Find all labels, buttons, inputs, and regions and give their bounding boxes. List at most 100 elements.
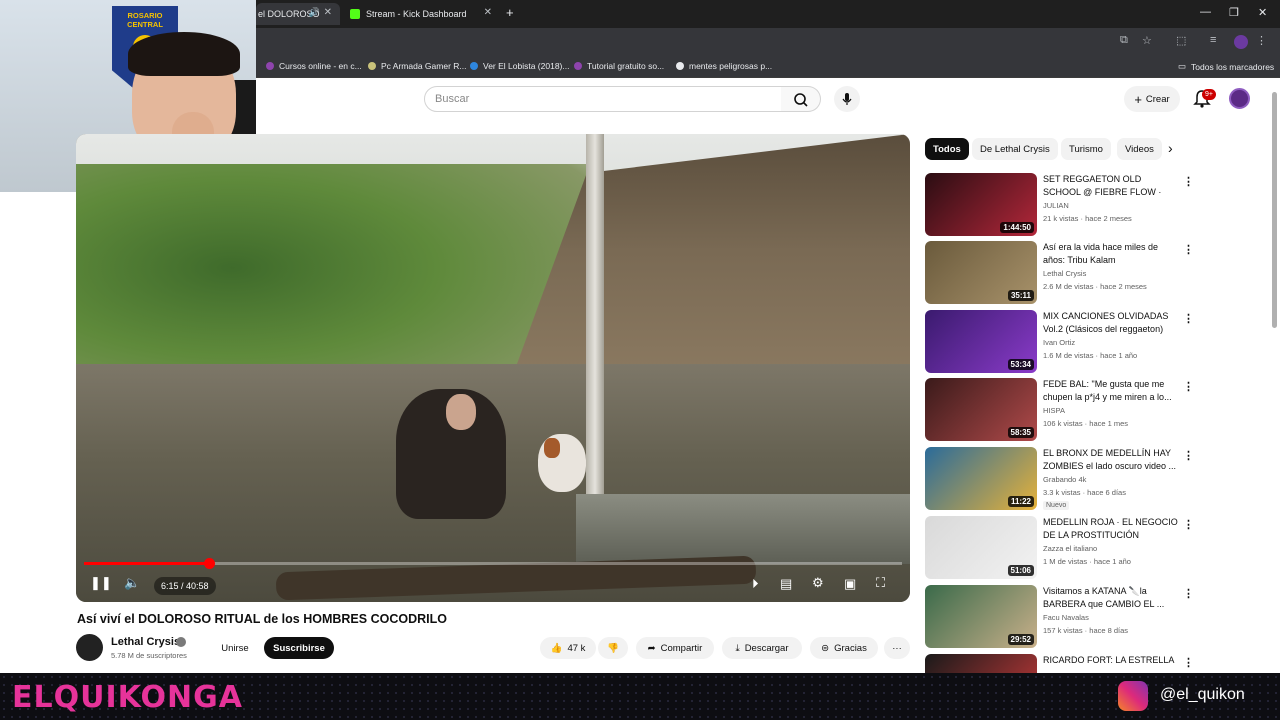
channel-avatar[interactable]: [76, 634, 103, 661]
recommendation-thumbnail[interactable]: 51:06: [925, 516, 1037, 579]
video-player[interactable]: ❚❚ 🔈 6:15 / 40:58 ⏵ ▤ ⚙ ▣ ⛶: [76, 134, 910, 602]
chip-tourism[interactable]: Turismo: [1061, 138, 1111, 160]
recommendation-title[interactable]: EL BRONX DE MEDELLÍN HAY ZOMBIES el lado…: [1043, 447, 1179, 472]
recommendation-item[interactable]: 29:52 Visitamos a KATANA 🔪la BARBERA que …: [925, 585, 1195, 649]
recommendation-item[interactable]: 11:22 EL BRONX DE MEDELLÍN HAY ZOMBIES el…: [925, 447, 1195, 511]
search-button[interactable]: [781, 86, 821, 112]
recommendation-item[interactable]: 1:44:50 SET REGGAETON OLD SCHOOL @ FIEBRE…: [925, 173, 1195, 237]
more-vertical-icon[interactable]: ⋮: [1183, 449, 1194, 462]
recommendation-item[interactable]: RICARDO FORT: LA ESTRELLA ⋮: [925, 654, 1195, 673]
more-horizontal-icon: ···: [892, 642, 902, 654]
extensions-icon[interactable]: ⬚: [1176, 34, 1186, 47]
recommendation-channel[interactable]: Lethal Crysis: [1043, 269, 1086, 278]
like-button[interactable]: 👍 47 k: [540, 637, 596, 659]
recommendation-channel[interactable]: HISPA: [1043, 406, 1065, 415]
close-tab-icon[interactable]: ✕: [484, 7, 492, 18]
bookmark-item[interactable]: Ver El Lobista (2018)...: [470, 61, 569, 71]
recommendation-thumbnail[interactable]: 1:44:50: [925, 173, 1037, 236]
search-input[interactable]: Buscar: [424, 86, 782, 112]
download-button[interactable]: ⤓ Descargar: [722, 637, 802, 659]
recommendation-thumbnail[interactable]: 53:34: [925, 310, 1037, 373]
more-actions-button[interactable]: ···: [884, 637, 910, 659]
recommendation-title[interactable]: FEDE BAL: "Me gusta que me chupen la p*j…: [1043, 378, 1179, 403]
more-vertical-icon[interactable]: ⋮: [1183, 587, 1194, 600]
recommendation-channel[interactable]: JULIAN: [1043, 201, 1069, 210]
tab-youtube[interactable]: el DOLOROSO 🔊 ✕: [256, 3, 340, 25]
thanks-button[interactable]: ⊜ Gracias: [810, 637, 878, 659]
new-tab-icon[interactable]: +: [506, 5, 514, 20]
recommendation-channel[interactable]: Ivan Ortiz: [1043, 338, 1075, 347]
all-bookmarks[interactable]: ▭ Todos los marcadores: [1178, 61, 1274, 72]
recommendation-item[interactable]: 53:34 MIX CANCIONES OLVIDADAS Vol.2 (Clás…: [925, 310, 1195, 374]
restore-icon[interactable]: ❐: [1229, 6, 1239, 19]
recommendation-item[interactable]: 51:06 MEDELLIN ROJA · EL NEGOCIO DE LA PR…: [925, 516, 1195, 580]
recommendation-thumbnail[interactable]: 58:35: [925, 378, 1037, 441]
recommendation-thumbnail[interactable]: 29:52: [925, 585, 1037, 648]
create-button[interactable]: + Crear: [1124, 86, 1180, 112]
miniplayer-icon[interactable]: ▣: [844, 576, 856, 592]
recommendation-item[interactable]: 35:11 Así era la vida hace miles de años:…: [925, 241, 1195, 305]
chevron-right-icon[interactable]: ›: [1168, 140, 1173, 156]
recommendation-channel[interactable]: Facu Navalas: [1043, 613, 1089, 622]
like-count: 47 k: [567, 642, 586, 654]
fullscreen-icon[interactable]: ⛶: [876, 575, 885, 591]
progress-scrubber[interactable]: [204, 558, 215, 569]
user-avatar[interactable]: [1229, 88, 1250, 109]
recommendation-title[interactable]: RICARDO FORT: LA ESTRELLA: [1043, 654, 1179, 667]
channel-name[interactable]: Lethal Crysis: [111, 636, 180, 648]
media-icon[interactable]: ≡: [1210, 34, 1216, 46]
bookmark-item[interactable]: Tutorial gratuito so...: [574, 61, 664, 71]
progress-bar[interactable]: [84, 558, 902, 569]
recommendation-title[interactable]: Así era la vida hace miles de años: Trib…: [1043, 241, 1179, 266]
recommendation-item[interactable]: 58:35 FEDE BAL: "Me gusta que me chupen l…: [925, 378, 1195, 442]
join-button[interactable]: Unirse: [210, 637, 260, 659]
address-bar: ⧉ ☆ ⬚ ≡ ⋮: [256, 28, 1280, 56]
settings-gear-icon[interactable]: ⚙: [812, 575, 824, 591]
bookmark-star-icon[interactable]: ☆: [1142, 34, 1152, 47]
recommendation-title[interactable]: MIX CANCIONES OLVIDADAS Vol.2 (Clásicos …: [1043, 310, 1179, 335]
pause-icon[interactable]: ❚❚: [90, 575, 112, 591]
recommendation-title[interactable]: SET REGGAETON OLD SCHOOL @ FIEBRE FLOW ·…: [1043, 173, 1179, 199]
recommendation-thumbnail[interactable]: [925, 654, 1037, 673]
dislike-button[interactable]: 👎: [598, 637, 628, 659]
bookmark-icon: [574, 62, 582, 70]
more-vertical-icon[interactable]: ⋮: [1183, 656, 1194, 669]
video-frame-pole: [586, 134, 604, 494]
volume-icon[interactable]: 🔈: [124, 575, 140, 591]
voice-search-button[interactable]: [834, 86, 860, 112]
subtitles-icon[interactable]: ▤: [780, 576, 792, 592]
video-title: Así viví el DOLOROSO RITUAL de los HOMBR…: [77, 612, 447, 626]
recommendation-title[interactable]: Visitamos a KATANA 🔪la BARBERA que CAMBI…: [1043, 585, 1179, 610]
page-scrollbar[interactable]: [1272, 92, 1277, 328]
download-icon: ⤓: [735, 642, 740, 654]
more-vertical-icon[interactable]: ⋮: [1183, 380, 1194, 393]
bookmark-item[interactable]: mentes peligrosas p...: [676, 61, 772, 71]
recommendation-thumbnail[interactable]: 11:22: [925, 447, 1037, 510]
menu-icon[interactable]: ⋮: [1256, 34, 1267, 47]
more-vertical-icon[interactable]: ⋮: [1183, 518, 1194, 531]
subscribe-button[interactable]: Suscribirse: [264, 637, 334, 659]
video-frame-face: [446, 394, 476, 430]
bookmark-item[interactable]: Pc Armada Gamer R...: [368, 61, 467, 71]
share-button[interactable]: ➦ Compartir: [636, 637, 714, 659]
autoplay-toggle-icon[interactable]: ⏵: [752, 576, 759, 592]
recommendation-title[interactable]: MEDELLIN ROJA · EL NEGOCIO DE LA PROSTIT…: [1043, 516, 1179, 541]
recommendation-channel[interactable]: Zazza el italiano: [1043, 544, 1097, 553]
chip-all[interactable]: Todos: [925, 138, 969, 160]
more-vertical-icon[interactable]: ⋮: [1183, 312, 1194, 325]
recommendation-thumbnail[interactable]: 35:11: [925, 241, 1037, 304]
chip-channel[interactable]: De Lethal Crysis: [972, 138, 1058, 160]
minimize-icon[interactable]: —: [1200, 6, 1211, 18]
more-vertical-icon[interactable]: ⋮: [1183, 243, 1194, 256]
install-icon[interactable]: ⧉: [1120, 34, 1128, 47]
chip-videos[interactable]: Videos: [1117, 138, 1162, 160]
recommendation-channel[interactable]: Grabando 4k: [1043, 475, 1086, 484]
bookmark-item[interactable]: Cursos online - en c...: [266, 61, 362, 71]
profile-avatar[interactable]: [1234, 35, 1248, 49]
speaker-icon[interactable]: 🔊: [309, 7, 320, 18]
more-vertical-icon[interactable]: ⋮: [1183, 175, 1194, 188]
close-tab-icon[interactable]: ✕: [324, 7, 332, 18]
close-window-icon[interactable]: ✕: [1258, 6, 1267, 19]
duration-badge: 29:52: [1007, 634, 1034, 645]
tab-kick-dashboard[interactable]: Stream - Kick Dashboard ✕: [344, 3, 500, 25]
